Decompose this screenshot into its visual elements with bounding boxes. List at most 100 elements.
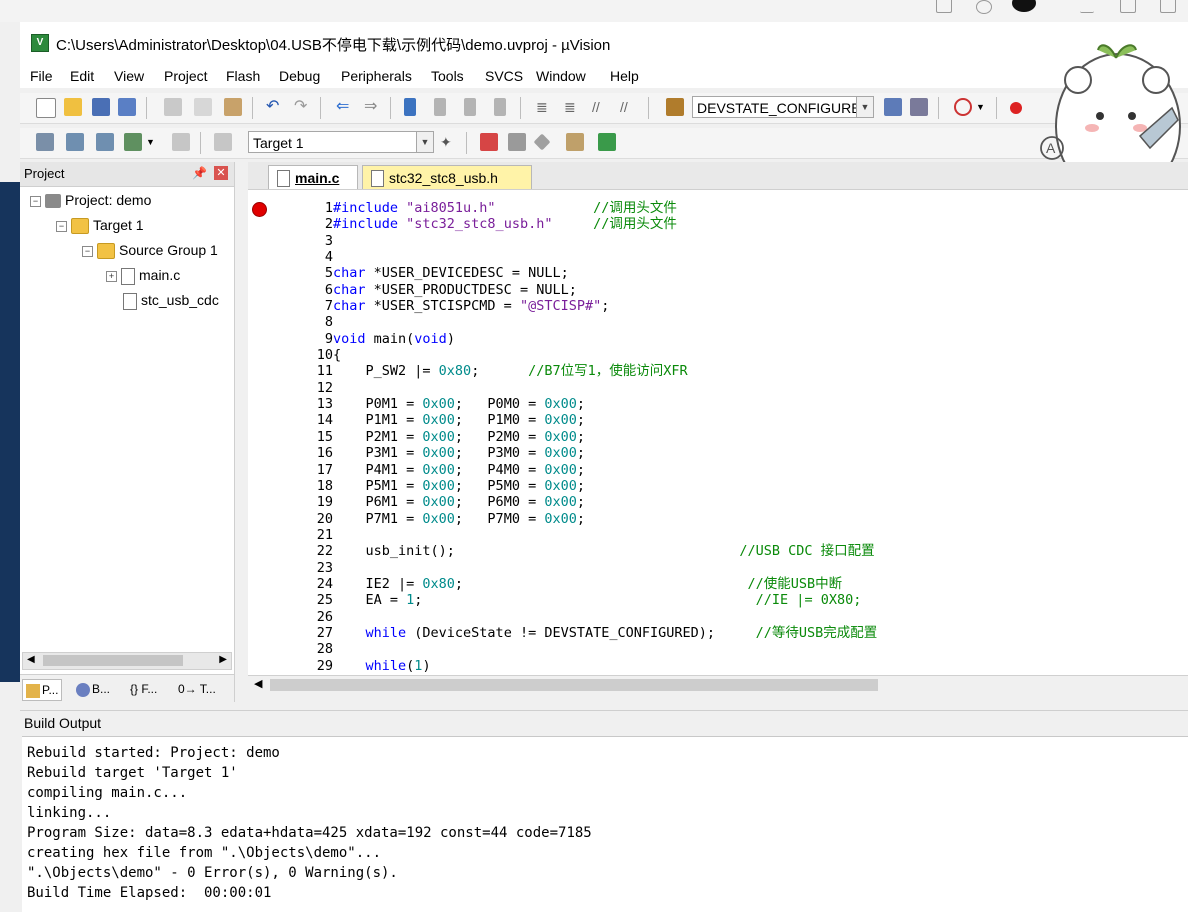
menu-view[interactable]: View	[114, 68, 144, 84]
project-horizontal-scrollbar[interactable]: ◀ ▶	[22, 652, 232, 670]
code-line[interactable]: 26	[288, 609, 1188, 625]
runtime-environment-icon[interactable]	[598, 133, 616, 151]
scroll-left-icon[interactable]: ◀	[254, 677, 262, 690]
debug-session-icon[interactable]	[954, 98, 972, 116]
tab-books[interactable]: B...	[76, 679, 110, 699]
code-line[interactable]: 13 P0M1 = 0x00; P0M0 = 0x00;	[288, 396, 1188, 412]
editor-gutter[interactable]	[248, 190, 288, 675]
target-options-icon[interactable]: ✦	[440, 133, 458, 151]
menu-window[interactable]: Window	[536, 68, 586, 84]
build-icon[interactable]	[66, 133, 84, 151]
code-line[interactable]: 5char *USER_DEVICEDESC = NULL;	[288, 265, 1188, 281]
code-line[interactable]: 17 P4M1 = 0x00; P4M0 = 0x00;	[288, 462, 1188, 478]
navigate-back-icon[interactable]: ⇐	[336, 98, 354, 116]
code-line[interactable]: 27 while (DeviceState != DEVSTATE_CONFIG…	[288, 625, 1188, 641]
collapse-icon[interactable]: −	[56, 220, 67, 232]
navigate-forward-icon[interactable]: ⇒	[364, 98, 382, 116]
tree-item-main-c[interactable]: + main.c	[106, 265, 180, 285]
scrollbar-thumb[interactable]	[43, 655, 183, 666]
scroll-left-icon[interactable]: ◀	[27, 654, 35, 665]
tree-item-target[interactable]: − Target 1	[56, 215, 144, 235]
code-line[interactable]: 10{	[288, 347, 1188, 363]
select-packs-icon[interactable]	[533, 133, 551, 151]
code-line[interactable]: 1#include "ai8051u.h" //调用头文件	[288, 200, 1188, 216]
download-icon[interactable]	[214, 133, 232, 151]
paste-icon[interactable]	[224, 98, 242, 116]
redo-icon[interactable]: ↷	[294, 98, 312, 116]
next-bookmark-icon[interactable]	[464, 98, 476, 116]
code-line[interactable]: 11 P_SW2 |= 0x80; //B7位写1，使能访问XFR	[288, 363, 1188, 379]
collapse-icon[interactable]: −	[82, 245, 93, 257]
code-line[interactable]: 21	[288, 527, 1188, 543]
find-icon[interactable]	[884, 98, 902, 116]
expand-icon[interactable]: +	[106, 270, 117, 282]
menu-tools[interactable]: Tools	[431, 68, 464, 84]
scrollbar-thumb[interactable]	[270, 679, 878, 691]
incremental-find-icon[interactable]	[910, 98, 928, 116]
menu-project[interactable]: Project	[164, 68, 208, 84]
open-folder-icon[interactable]	[64, 98, 82, 116]
chevron-down-icon[interactable]: ▼	[856, 97, 873, 117]
tree-item-source-group[interactable]: − Source Group 1	[82, 240, 218, 260]
code-line[interactable]: 19 P6M1 = 0x00; P6M0 = 0x00;	[288, 494, 1188, 510]
code-line[interactable]: 24 IE2 |= 0x80; //使能USB中断	[288, 576, 1188, 592]
undo-icon[interactable]: ↶	[266, 98, 284, 116]
tab-main-c[interactable]: main.c	[268, 165, 358, 189]
code-line[interactable]: 15 P2M1 = 0x00; P2M0 = 0x00;	[288, 429, 1188, 445]
comment-icon[interactable]: //	[592, 98, 610, 116]
pack-installer-icon[interactable]	[566, 133, 584, 151]
tab-project[interactable]: P...	[22, 679, 63, 701]
code-editor[interactable]: 1#include "ai8051u.h" //调用头文件 2#include "…	[248, 189, 1188, 675]
collapse-icon[interactable]: −	[30, 195, 41, 207]
code-line[interactable]: 12	[288, 380, 1188, 396]
code-line[interactable]: 25 EA = 1; //IE |= 0X80;	[288, 592, 1188, 608]
menu-peripherals[interactable]: Peripherals	[341, 68, 412, 84]
scroll-right-icon[interactable]: ▶	[219, 654, 227, 665]
new-file-icon[interactable]	[36, 98, 56, 118]
uncomment-icon[interactable]: //	[620, 98, 638, 116]
clear-bookmarks-icon[interactable]	[494, 98, 506, 116]
code-line[interactable]: 28	[288, 641, 1188, 657]
cut-icon[interactable]	[164, 98, 182, 116]
indent-icon[interactable]: ≣	[536, 98, 554, 116]
code-line[interactable]: 4	[288, 249, 1188, 265]
code-line[interactable]: 8	[288, 314, 1188, 330]
save-icon[interactable]	[92, 98, 110, 116]
manage-components-icon[interactable]	[480, 133, 498, 151]
code-line[interactable]: 18 P5M1 = 0x00; P5M0 = 0x00;	[288, 478, 1188, 494]
chevron-down-icon[interactable]: ▼	[146, 133, 164, 151]
code-line[interactable]: 29 while(1)	[288, 658, 1188, 674]
find-in-files-icon[interactable]	[666, 98, 684, 116]
menu-svcs[interactable]: SVCS	[485, 68, 523, 84]
tab-templates[interactable]: 0→ T...	[178, 679, 216, 699]
breakpoint-icon[interactable]	[252, 202, 267, 217]
code-line[interactable]: 3	[288, 233, 1188, 249]
prev-bookmark-icon[interactable]	[434, 98, 446, 116]
tab-functions[interactable]: {} F...	[130, 679, 157, 699]
insert-breakpoint-icon[interactable]	[1010, 102, 1022, 114]
menu-flash[interactable]: Flash	[226, 68, 260, 84]
bookmark-icon[interactable]	[404, 98, 416, 116]
chevron-down-icon[interactable]: ▼	[416, 132, 433, 152]
tree-item-project[interactable]: − Project: demo	[30, 190, 151, 210]
unindent-icon[interactable]: ≣	[564, 98, 582, 116]
menu-debug[interactable]: Debug	[279, 68, 320, 84]
code-line[interactable]: 22 usb_init(); //USB CDC 接口配置	[288, 543, 1188, 559]
code-line[interactable]: 23	[288, 560, 1188, 576]
code-line[interactable]: 20 P7M1 = 0x00; P7M0 = 0x00;	[288, 511, 1188, 527]
menu-file[interactable]: File	[30, 68, 53, 84]
code-line[interactable]: 9void main(void)	[288, 331, 1188, 347]
tree-item-stc-usb-cdc[interactable]: stc_usb_cdc	[123, 290, 219, 310]
copy-icon[interactable]	[194, 98, 212, 116]
close-icon[interactable]: ✕	[214, 166, 228, 180]
code-line[interactable]: 16 P3M1 = 0x00; P3M0 = 0x00;	[288, 445, 1188, 461]
rebuild-icon[interactable]	[96, 133, 114, 151]
pin-icon[interactable]: 📌	[192, 166, 207, 180]
tab-stc32-stc8-usb-h[interactable]: stc32_stc8_usb.h	[362, 165, 532, 189]
code-line[interactable]: 6char *USER_PRODUCTDESC = NULL;	[288, 282, 1188, 298]
manage-books-icon[interactable]	[508, 133, 526, 151]
find-combo[interactable]: DEVSTATE_CONFIGURED ▼	[692, 96, 874, 118]
title-bar[interactable]: V C:\Users\Administrator\Desktop\04.USB不…	[20, 22, 1188, 64]
build-output-pane[interactable]: Rebuild started: Project: demo Rebuild ta…	[22, 736, 1188, 913]
target-combo[interactable]: Target 1 ▼	[248, 131, 434, 153]
